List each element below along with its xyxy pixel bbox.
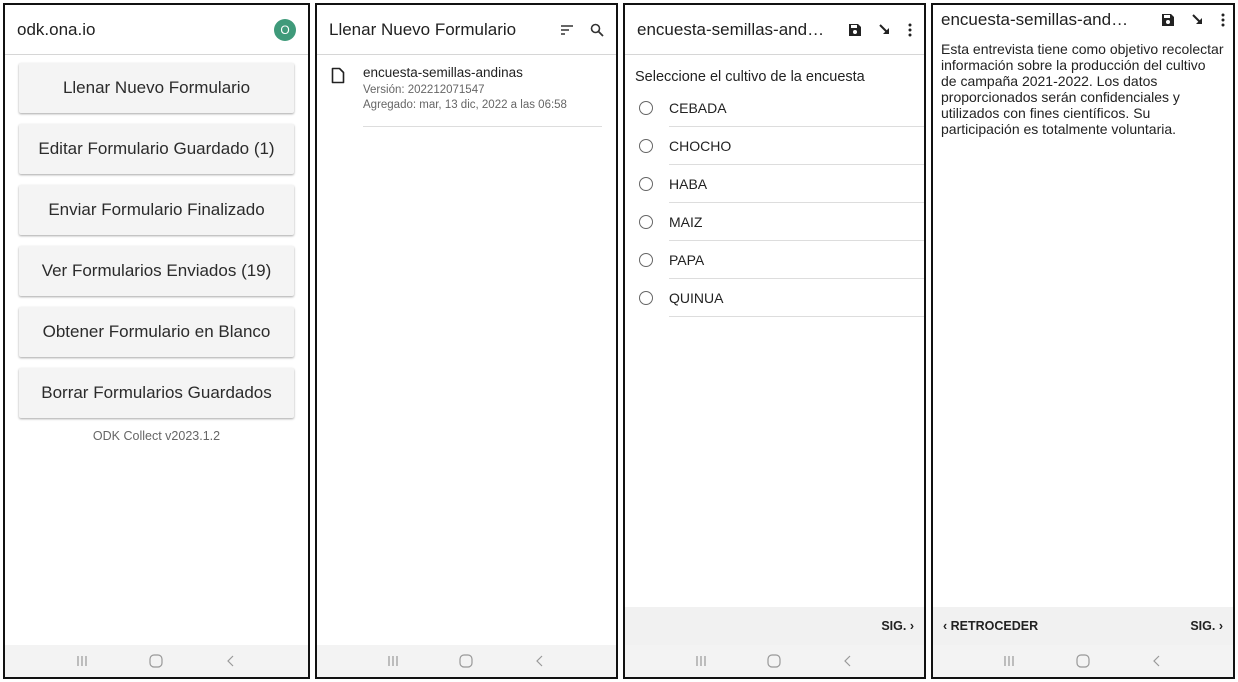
recents-icon[interactable] [1002, 654, 1016, 668]
fill-new-form-button[interactable]: Llenar Nuevo Formulario [19, 63, 294, 113]
server-title: odk.ona.io [17, 19, 96, 39]
back-icon[interactable] [841, 654, 855, 668]
radio-option-maiz[interactable]: MAIZ [625, 203, 924, 241]
question-screen: encuesta-semillas-and… Seleccione el cul… [623, 3, 926, 679]
form-version: Versión: 202212071547 [363, 84, 485, 96]
save-icon[interactable] [848, 23, 862, 37]
radio-button[interactable] [639, 139, 653, 153]
system-navigation-bar [5, 645, 308, 677]
app-bar: Llenar Nuevo Formulario [317, 5, 616, 55]
radio-option-papa[interactable]: PAPA [625, 241, 924, 279]
recents-icon[interactable] [386, 654, 400, 668]
form-list-screen: Llenar Nuevo Formulario encuesta-semilla… [315, 3, 618, 679]
more-vert-icon[interactable] [908, 23, 912, 37]
intro-text: Esta entrevista tiene como objetivo reco… [941, 41, 1224, 137]
recents-icon[interactable] [75, 654, 89, 668]
form-navigation-bar: ‹ RETROCEDER SIG. › [933, 607, 1233, 645]
sort-icon[interactable] [560, 24, 574, 36]
home-icon[interactable] [458, 653, 474, 669]
form-added-date: Agregado: mar, 13 dic, 2022 a las 06:58 [363, 99, 567, 111]
radio-option-quinua[interactable]: QUINUA [625, 279, 924, 317]
send-finalized-form-button[interactable]: Enviar Formulario Finalizado [19, 185, 294, 235]
option-label: MAIZ [669, 203, 924, 241]
radio-button[interactable] [639, 253, 653, 267]
document-icon [331, 67, 345, 84]
intro-screen: encuesta-semillas-and… Esta entrevista t… [931, 3, 1235, 679]
radio-option-chocho[interactable]: CHOCHO [625, 127, 924, 165]
radio-button[interactable] [639, 215, 653, 229]
next-button[interactable]: SIG. › [881, 619, 914, 633]
app-version: ODK Collect v2023.1.2 [92, 429, 221, 443]
back-icon[interactable] [224, 654, 238, 668]
question-label: Seleccione el cultivo de la encuesta [635, 69, 865, 85]
form-navigation-bar: SIG. › [625, 607, 924, 645]
next-button[interactable]: SIG. › [1190, 619, 1223, 633]
option-label: CHOCHO [669, 127, 924, 165]
jump-icon[interactable] [1191, 13, 1205, 27]
radio-button[interactable] [639, 177, 653, 191]
app-bar: encuesta-semillas-and… [933, 5, 1233, 35]
radio-option-haba[interactable]: HABA [625, 165, 924, 203]
list-item[interactable]: encuesta-semillas-andinas Versión: 20221… [317, 55, 616, 127]
back-icon[interactable] [1150, 654, 1164, 668]
save-icon[interactable] [1161, 13, 1175, 27]
system-navigation-bar [933, 645, 1233, 677]
home-icon[interactable] [1075, 653, 1091, 669]
form-title: encuesta-semillas-and… [637, 19, 825, 39]
option-label: PAPA [669, 241, 924, 279]
form-name: encuesta-semillas-andinas [363, 65, 523, 80]
view-sent-forms-button[interactable]: Ver Formularios Enviados (19) [19, 246, 294, 296]
home-icon[interactable] [148, 653, 164, 669]
app-bar: encuesta-semillas-and… [625, 5, 924, 55]
system-navigation-bar [317, 645, 616, 677]
delete-saved-forms-button[interactable]: Borrar Formularios Guardados [19, 368, 294, 418]
radio-button[interactable] [639, 101, 653, 115]
back-button[interactable]: ‹ RETROCEDER [943, 619, 1038, 633]
option-label: QUINUA [669, 279, 924, 317]
home-icon[interactable] [766, 653, 782, 669]
back-icon[interactable] [533, 654, 547, 668]
recents-icon[interactable] [694, 654, 708, 668]
account-avatar[interactable]: O [274, 18, 296, 41]
get-blank-form-button[interactable]: Obtener Formulario en Blanco [19, 307, 294, 357]
radio-option-cebada[interactable]: CEBADA [625, 89, 924, 127]
system-navigation-bar [625, 645, 924, 677]
app-bar: odk.ona.io O [5, 5, 308, 55]
radio-group: CEBADA CHOCHO HABA MAIZ PAPA QUINUA [625, 89, 924, 317]
main-menu-screen: odk.ona.io O Llenar Nuevo Formulario Edi… [3, 3, 310, 679]
search-icon[interactable] [590, 23, 604, 37]
main-menu: Llenar Nuevo Formulario Editar Formulari… [5, 55, 308, 443]
option-label: CEBADA [669, 89, 924, 127]
radio-button[interactable] [639, 291, 653, 305]
option-label: HABA [669, 165, 924, 203]
jump-icon[interactable] [878, 23, 892, 37]
form-title: encuesta-semillas-and… [941, 10, 1129, 29]
page-title: Llenar Nuevo Formulario [329, 19, 517, 39]
edit-saved-form-button[interactable]: Editar Formulario Guardado (1) [19, 124, 294, 174]
more-vert-icon[interactable] [1221, 13, 1225, 27]
